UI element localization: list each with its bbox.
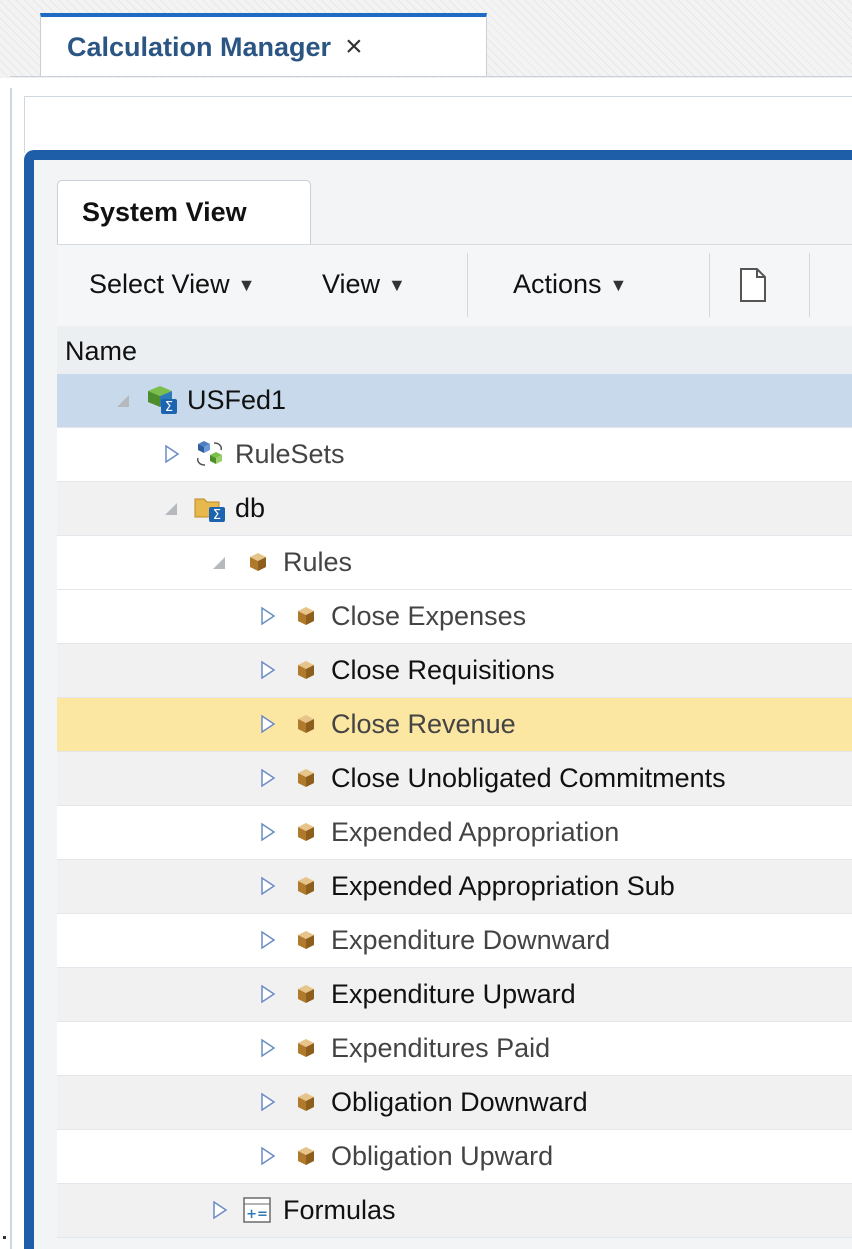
rulesets-icon: [197, 441, 222, 466]
svg-text:Σ: Σ: [213, 508, 221, 523]
tree-row[interactable]: Expenditure Upward: [57, 968, 852, 1022]
tab-calculation-manager[interactable]: Calculation Manager ×: [40, 13, 487, 77]
tree-item-label: Obligation Upward: [331, 1141, 554, 1171]
select-view-menu[interactable]: Select View ▼: [89, 269, 255, 300]
expand-triangle-icon[interactable]: [259, 605, 277, 627]
rule-cube-icon: [298, 1147, 314, 1165]
toolbar-separator: [709, 253, 710, 317]
tree-item-label: Close Requisitions: [331, 655, 555, 685]
chevron-down-icon: ▼: [609, 275, 628, 296]
tree-row[interactable]: Close Requisitions: [57, 644, 852, 698]
close-icon[interactable]: ×: [345, 32, 363, 62]
tab-title: Calculation Manager: [67, 31, 332, 62]
formulas-icon: +=: [243, 1197, 271, 1223]
new-document-icon[interactable]: [739, 267, 767, 303]
tree-item-label: Formulas: [283, 1195, 396, 1225]
column-header-label: Name: [65, 336, 138, 366]
view-menu[interactable]: View ▼: [322, 269, 406, 300]
expand-triangle-icon[interactable]: [259, 767, 277, 789]
content-header-area: [24, 96, 852, 153]
rule-cube-icon: [298, 931, 314, 949]
actions-label: Actions: [513, 269, 602, 299]
tree-row[interactable]: Close Unobligated Commitments: [57, 752, 852, 806]
tree-item-label: Expended Appropriation Sub: [331, 871, 675, 901]
collapse-triangle-icon[interactable]: [163, 497, 181, 519]
tab-system-view-label: System View: [82, 197, 247, 227]
tree-row[interactable]: Expended Appropriation Sub: [57, 860, 852, 914]
rule-cube-icon: [298, 661, 314, 679]
toolbar-separator: [467, 253, 468, 317]
tree-item-label: db: [235, 493, 266, 523]
svg-text:+=: +=: [246, 1207, 268, 1222]
expand-triangle-icon[interactable]: [259, 713, 277, 735]
tree-item-label: Close Expenses: [331, 601, 527, 631]
expand-triangle-icon[interactable]: [259, 1145, 277, 1167]
tree-item-label: Expenditure Downward: [331, 925, 611, 955]
expand-triangle-icon[interactable]: [259, 1037, 277, 1059]
tree-row[interactable]: Obligation Upward: [57, 1130, 852, 1184]
expand-triangle-icon[interactable]: [259, 983, 277, 1005]
tree-item-label: Expenditure Upward: [331, 979, 576, 1009]
rule-cube-icon: [298, 769, 314, 787]
tree-row[interactable]: Expenditure Downward: [57, 914, 852, 968]
expand-triangle-icon[interactable]: [259, 875, 277, 897]
tree-row[interactable]: += Formulas: [57, 1184, 852, 1238]
chevron-down-icon: ▼: [237, 275, 256, 296]
chevron-down-icon: ▼: [388, 275, 406, 296]
rule-cube-icon: [250, 553, 266, 571]
page-marker: [3, 1236, 6, 1239]
tree-row[interactable]: Expended Appropriation: [57, 806, 852, 860]
tree-row[interactable]: Close Revenue: [57, 698, 852, 752]
tree-item-label: Obligation Downward: [331, 1087, 588, 1117]
svg-text:Σ: Σ: [165, 400, 173, 415]
rule-cube-icon: [298, 1093, 314, 1111]
expand-triangle-icon[interactable]: [163, 443, 181, 465]
window-left-border: [10, 88, 12, 1249]
collapse-triangle-icon[interactable]: [115, 389, 133, 411]
rule-cube-icon: [298, 985, 314, 1003]
tree-row[interactable]: Expenditures Paid: [57, 1022, 852, 1076]
tab-system-view[interactable]: System View: [57, 180, 311, 244]
tree-row[interactable]: Close Expenses: [57, 590, 852, 644]
expand-triangle-icon[interactable]: [259, 659, 277, 681]
tree-item-label: Close Unobligated Commitments: [331, 763, 726, 793]
tree-row[interactable]: Rules: [57, 536, 852, 590]
collapse-triangle-icon[interactable]: [211, 551, 229, 573]
actions-menu[interactable]: Actions ▼: [513, 269, 627, 300]
expand-triangle-icon[interactable]: [259, 821, 277, 843]
view-label: View: [322, 269, 381, 299]
tree-row[interactable]: Obligation Downward: [57, 1076, 852, 1130]
tree-item-label: Expended Appropriation: [331, 817, 620, 847]
application-icon: Σ: [148, 386, 177, 415]
tree-item-label: Close Revenue: [331, 709, 516, 739]
rule-cube-icon: [298, 1039, 314, 1057]
tree-item-label: Rules: [283, 547, 353, 577]
tree-row[interactable]: Σ USFed1: [57, 374, 852, 428]
tree-item-label: RuleSets: [235, 439, 345, 469]
expand-triangle-icon[interactable]: [259, 1091, 277, 1113]
rule-cube-icon: [298, 877, 314, 895]
tree-item-label: USFed1: [187, 385, 287, 415]
rule-cube-icon: [298, 715, 314, 733]
column-header-name[interactable]: Name: [57, 326, 852, 375]
database-folder-icon: Σ: [194, 498, 225, 523]
tree-row[interactable]: RuleSets: [57, 428, 852, 482]
select-view-label: Select View: [89, 269, 230, 299]
tree-item-label: Expenditures Paid: [331, 1033, 551, 1063]
expand-triangle-icon[interactable]: [211, 1199, 229, 1221]
tree-row[interactable]: Σdb: [57, 482, 852, 536]
toolbar: Select View ▼ View ▼ Actions ▼: [57, 244, 852, 326]
expand-triangle-icon[interactable]: [259, 929, 277, 951]
rule-cube-icon: [298, 607, 314, 625]
toolbar-separator: [809, 253, 810, 317]
rule-cube-icon: [298, 823, 314, 841]
tab-strip-baseline: [10, 76, 852, 77]
